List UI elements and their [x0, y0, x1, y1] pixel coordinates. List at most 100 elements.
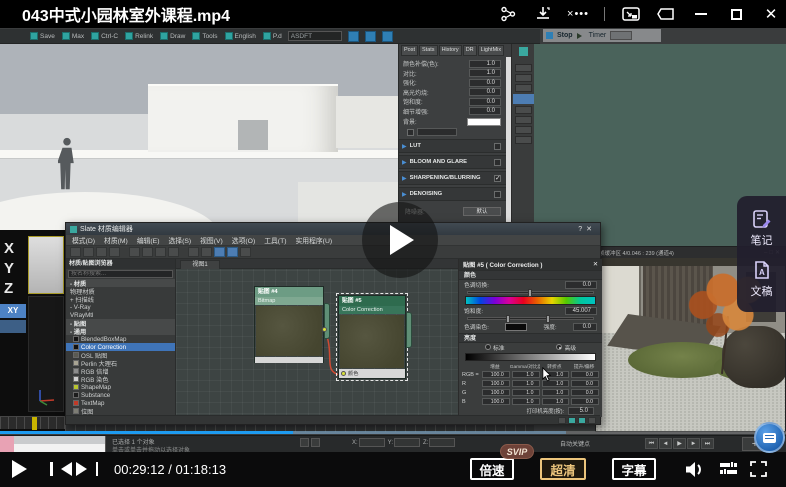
- color-correction-node[interactable]: 贴图 #5 Color Correction 颜色: [338, 295, 406, 379]
- output-socket[interactable]: [322, 327, 327, 332]
- transcript-button[interactable]: A 文稿: [751, 260, 773, 299]
- close-icon[interactable]: ✕: [762, 5, 780, 23]
- browser-tree-row[interactable]: - 通用: [66, 327, 175, 335]
- node-side-tab[interactable]: [324, 303, 330, 339]
- gamma-spinner[interactable]: 1.0: [512, 398, 540, 405]
- autokey-button[interactable]: 自动关键点: [560, 439, 590, 448]
- zoom-extents-icon[interactable]: [578, 417, 586, 424]
- lift-spinner[interactable]: 0.0: [571, 389, 599, 396]
- menu-item[interactable]: 材质(M): [104, 235, 128, 245]
- value-spinner[interactable]: 0.0: [469, 107, 501, 115]
- printer-lights-spinner[interactable]: 5.0: [568, 407, 594, 415]
- menu-item[interactable]: 实用程序(U): [296, 235, 333, 245]
- seek-bar[interactable]: [0, 431, 786, 434]
- map-list-item[interactable]: Color Correction: [66, 343, 175, 351]
- map-list-item[interactable]: OSL 贴图: [66, 351, 175, 359]
- toolbar-icon[interactable]: [142, 247, 153, 257]
- gamma-spinner[interactable]: 1.0: [512, 371, 540, 378]
- gain-spinner[interactable]: 100.0: [482, 398, 510, 405]
- lift-spinner[interactable]: 0.0: [571, 371, 599, 378]
- toolbar-icon[interactable]: [96, 247, 107, 257]
- script-tool-icon[interactable]: [382, 31, 393, 42]
- toolbar-icon[interactable]: [155, 247, 166, 257]
- time-slider[interactable]: [0, 416, 65, 429]
- vfb-section-header[interactable]: ▶DENOISING: [399, 187, 511, 201]
- mini-window-icon[interactable]: [657, 5, 675, 23]
- timer-value-box[interactable]: [610, 31, 632, 40]
- vfb-section-header[interactable]: ▶BLOOM AND GLARE: [399, 155, 511, 169]
- saturation-slider[interactable]: [467, 317, 594, 320]
- strength-spinner[interactable]: 0.0: [573, 323, 597, 331]
- pivot-spinner[interactable]: 1.0: [542, 398, 570, 405]
- checkbox[interactable]: [407, 129, 414, 136]
- script-button[interactable]: English: [225, 32, 256, 40]
- assistant-float-ball[interactable]: [754, 422, 785, 453]
- map-list-item[interactable]: 位图: [66, 407, 175, 415]
- go-start-icon[interactable]: ⏮: [645, 438, 658, 449]
- lift-spinner[interactable]: 0.0: [571, 380, 599, 387]
- mini-viewport-perspective[interactable]: [28, 296, 64, 412]
- notes-button[interactable]: 笔记: [751, 209, 773, 248]
- browser-tree-row[interactable]: 物理材质: [66, 287, 175, 295]
- minimize-icon[interactable]: [692, 5, 710, 23]
- zoom-region-icon[interactable]: [588, 417, 596, 424]
- vfb-tab[interactable]: DR: [463, 45, 477, 56]
- share-icon[interactable]: [499, 5, 517, 23]
- checkbox[interactable]: [494, 143, 501, 150]
- absolute-mode-icon[interactable]: [311, 438, 320, 447]
- gamma-spinner[interactable]: 1.0: [512, 380, 540, 387]
- selection-lock-icon[interactable]: [300, 438, 309, 447]
- map-list-item[interactable]: TextMap: [66, 399, 175, 407]
- toolbar-icon[interactable]: [109, 247, 120, 257]
- axis-constraint-icon[interactable]: [0, 320, 26, 333]
- value-spinner[interactable]: 0.0: [469, 79, 501, 87]
- gain-spinner[interactable]: 100.0: [482, 389, 510, 396]
- script-button[interactable]: Save: [30, 32, 55, 40]
- menu-item[interactable]: 编辑(E): [137, 235, 160, 245]
- slate-titlebar[interactable]: Slate 材质编辑器 ?✕: [66, 223, 600, 235]
- map-list-item[interactable]: Substance: [66, 391, 175, 399]
- script-button[interactable]: Ctrl-C: [91, 32, 118, 40]
- vfb-tab[interactable]: LightMix: [478, 45, 504, 56]
- map-list-item[interactable]: RGB 倍增: [66, 367, 175, 375]
- vfb-section-header[interactable]: ▶LUT: [399, 139, 511, 153]
- map-list-item[interactable]: RGB 染色: [66, 375, 175, 383]
- vfb-tab[interactable]: Stats: [419, 45, 438, 56]
- radio-advanced[interactable]: 高级: [556, 343, 576, 352]
- node-view[interactable]: 视图1 贴图 #4 Bitmap 贴图 #5 Color Correction: [176, 259, 458, 417]
- script-tool-icon[interactable]: [348, 31, 359, 42]
- toolbar-icon[interactable]: [240, 247, 251, 257]
- browser-tree-row[interactable]: VRayMtl: [66, 311, 175, 319]
- browser-tree-row[interactable]: + 扫描线: [66, 295, 175, 303]
- browser-header[interactable]: 材质/贴图浏览器: [66, 259, 175, 269]
- script-input[interactable]: [288, 31, 342, 41]
- max-viewport[interactable]: [0, 44, 398, 230]
- pan-icon[interactable]: [558, 417, 566, 424]
- vfb-section-header[interactable]: ▶SHARPENING/BLURRING: [399, 171, 511, 185]
- value-spinner[interactable]: 0.0: [469, 88, 501, 96]
- map-list-item[interactable]: BlendedBoxMap: [66, 335, 175, 343]
- coordinate-field[interactable]: Z:: [423, 438, 455, 447]
- hue-slider[interactable]: [467, 291, 594, 294]
- gain-spinner[interactable]: 100.0: [482, 380, 510, 387]
- panel-icon[interactable]: [519, 47, 528, 56]
- node-side-tab[interactable]: [406, 312, 412, 348]
- slate-help-icon[interactable]: ?: [578, 226, 586, 233]
- rollout-color[interactable]: 颜色: [459, 270, 602, 280]
- checkbox[interactable]: [494, 191, 501, 198]
- map-list-item[interactable]: Perlin 大理石: [66, 359, 175, 367]
- speed-button[interactable]: 倍速: [470, 458, 514, 480]
- script-button[interactable]: Max: [62, 32, 84, 40]
- script-button[interactable]: Draw: [160, 32, 185, 40]
- previous-button[interactable]: [50, 462, 68, 476]
- map-list-item[interactable]: ShapeMap: [66, 383, 175, 391]
- browser-tree-row[interactable]: - V-Ray: [66, 303, 175, 311]
- checkbox[interactable]: [494, 159, 501, 166]
- vfb-tab[interactable]: History: [439, 45, 462, 56]
- toolbar-icon-active[interactable]: [214, 247, 225, 257]
- gamma-spinner[interactable]: 1.0: [512, 389, 540, 396]
- tint-swatch[interactable]: [505, 323, 527, 331]
- toolbar-icon[interactable]: [70, 247, 81, 257]
- bitmap-node[interactable]: 贴图 #4 Bitmap: [254, 286, 324, 363]
- toolbar-icon[interactable]: [201, 247, 212, 257]
